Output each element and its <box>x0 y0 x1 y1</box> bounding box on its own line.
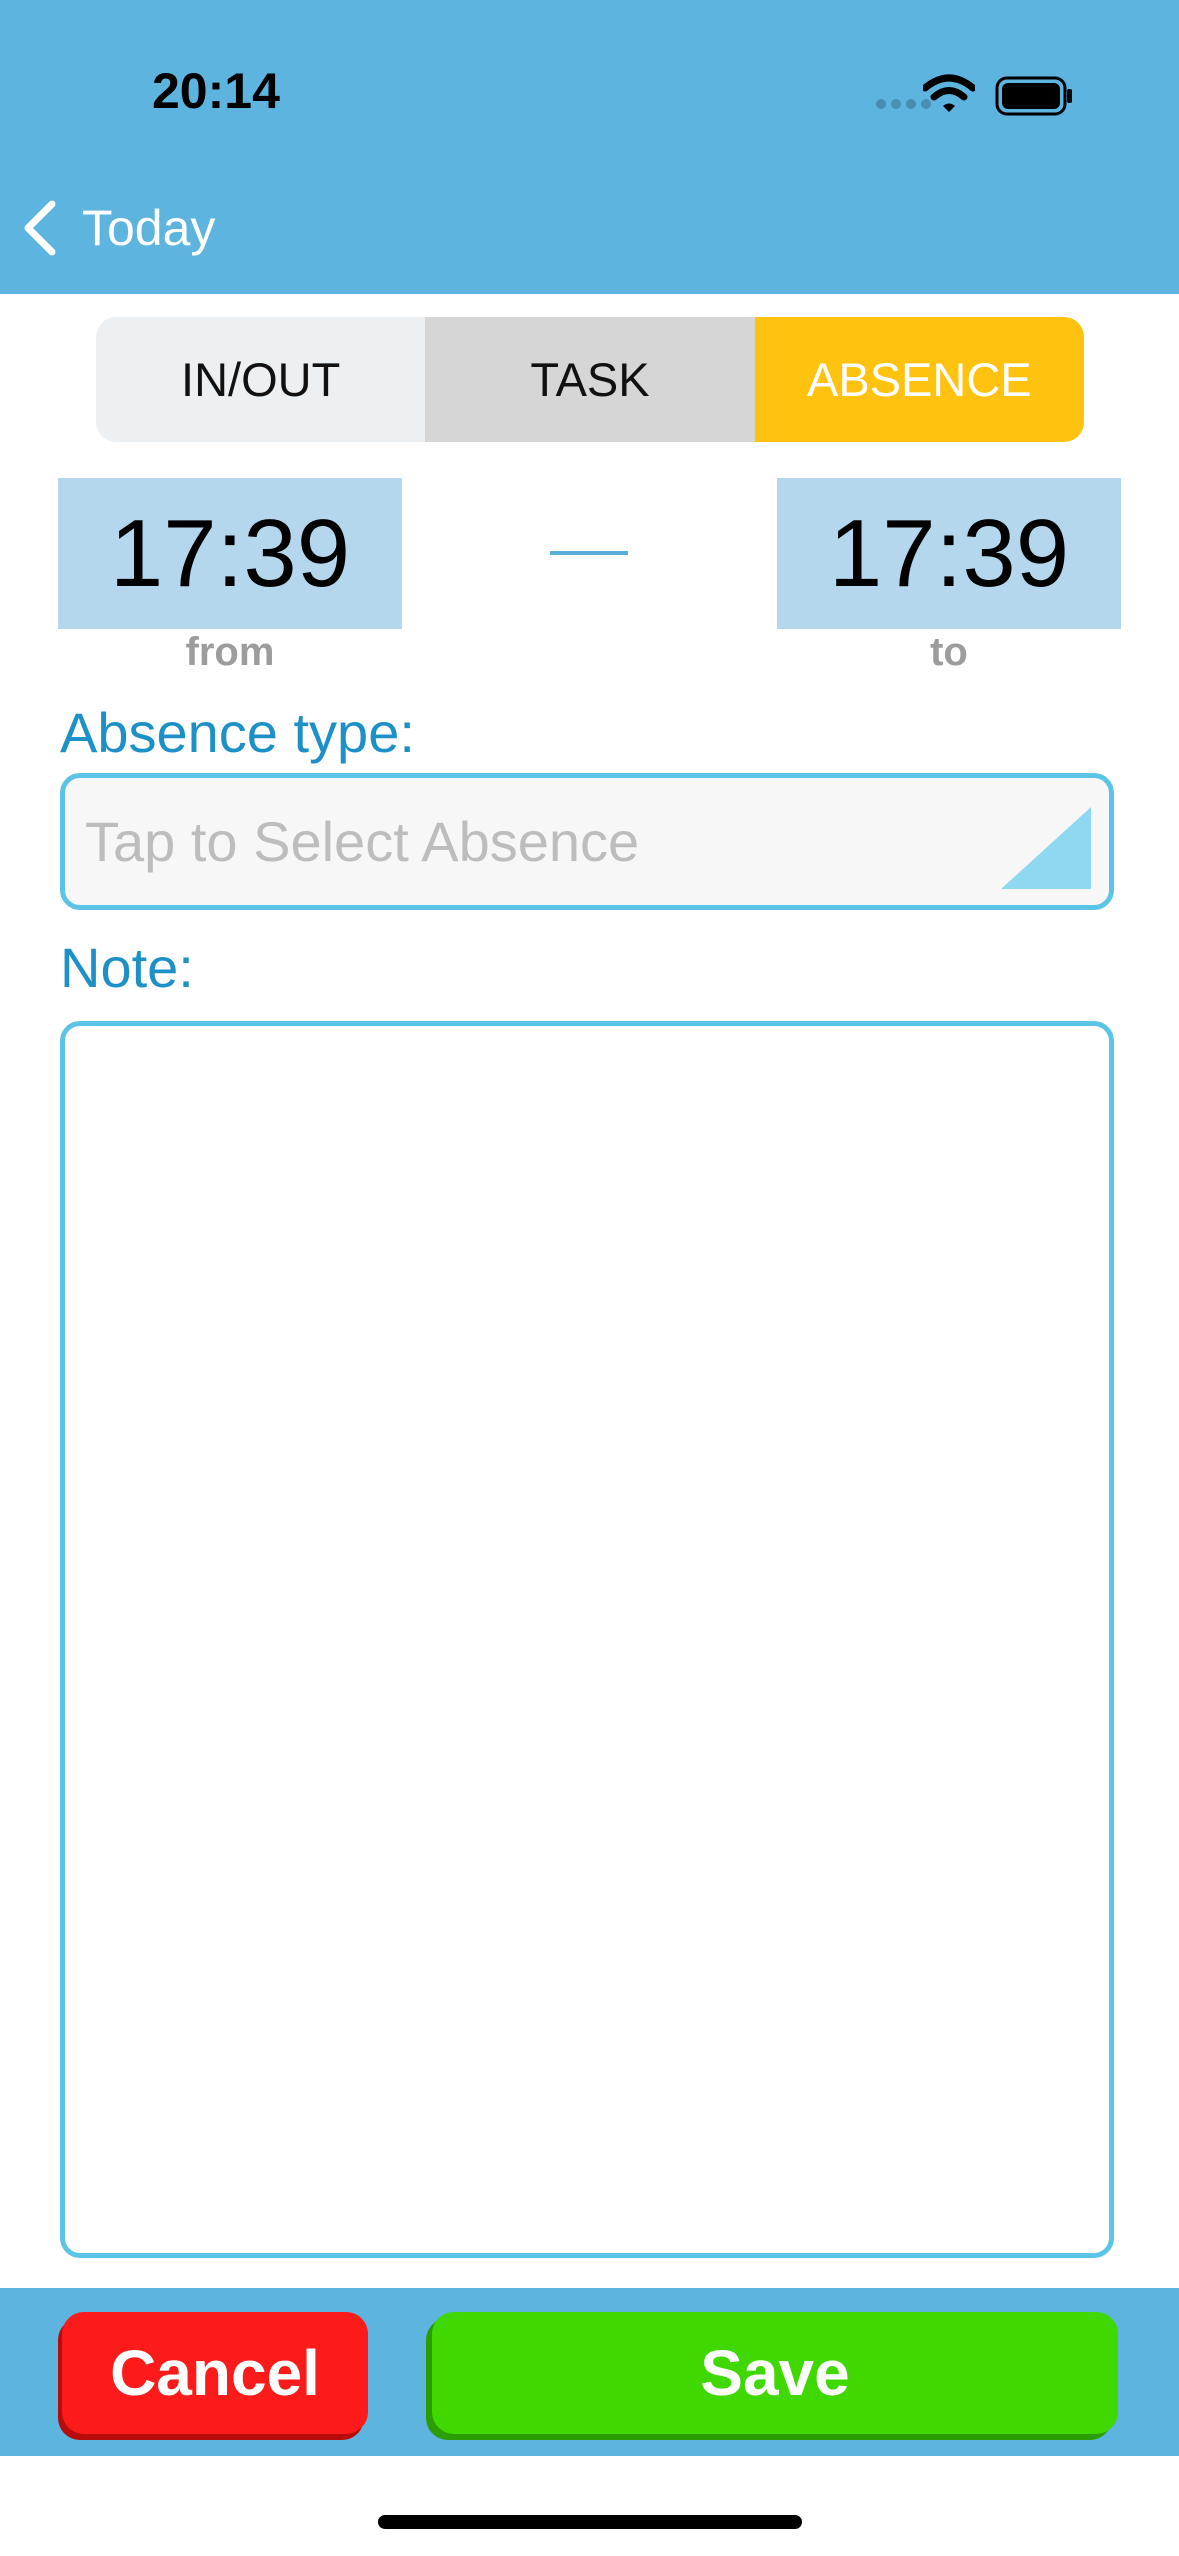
tab-in-out[interactable]: IN/OUT <box>96 317 426 442</box>
to-label: to <box>930 630 968 674</box>
note-textarea[interactable] <box>60 1021 1114 2258</box>
bottom-action-bar: Cancel Save <box>0 2288 1179 2456</box>
chevron-left-icon <box>24 200 56 256</box>
back-label: Today <box>82 200 216 256</box>
absence-type-label: Absence type: <box>60 701 415 764</box>
cancel-button[interactable]: Cancel <box>62 2312 368 2434</box>
status-time: 20:14 <box>152 63 280 119</box>
note-label: Note: <box>60 936 194 999</box>
absence-type-placeholder: Tap to Select Absence <box>85 810 640 873</box>
absence-type-select[interactable]: Tap to Select Absence <box>60 773 1114 910</box>
save-button[interactable]: Save <box>432 2312 1118 2434</box>
wifi-icon <box>923 74 975 112</box>
tab-absence[interactable]: ABSENCE <box>754 317 1084 442</box>
dropdown-triangle-icon <box>1001 807 1091 889</box>
back-button[interactable]: Today <box>22 196 215 260</box>
time-range-dash <box>550 551 628 555</box>
from-label: from <box>185 630 275 674</box>
home-indicator[interactable] <box>378 2515 802 2529</box>
to-time-picker[interactable]: 17:39 <box>777 478 1121 629</box>
from-time-picker[interactable]: 17:39 <box>58 478 402 629</box>
top-bar: 20:14 Today <box>0 0 1179 294</box>
entry-type-tabs: IN/OUT TASK ABSENCE <box>96 317 1084 442</box>
tab-task[interactable]: TASK <box>425 317 755 442</box>
battery-icon <box>995 76 1072 116</box>
